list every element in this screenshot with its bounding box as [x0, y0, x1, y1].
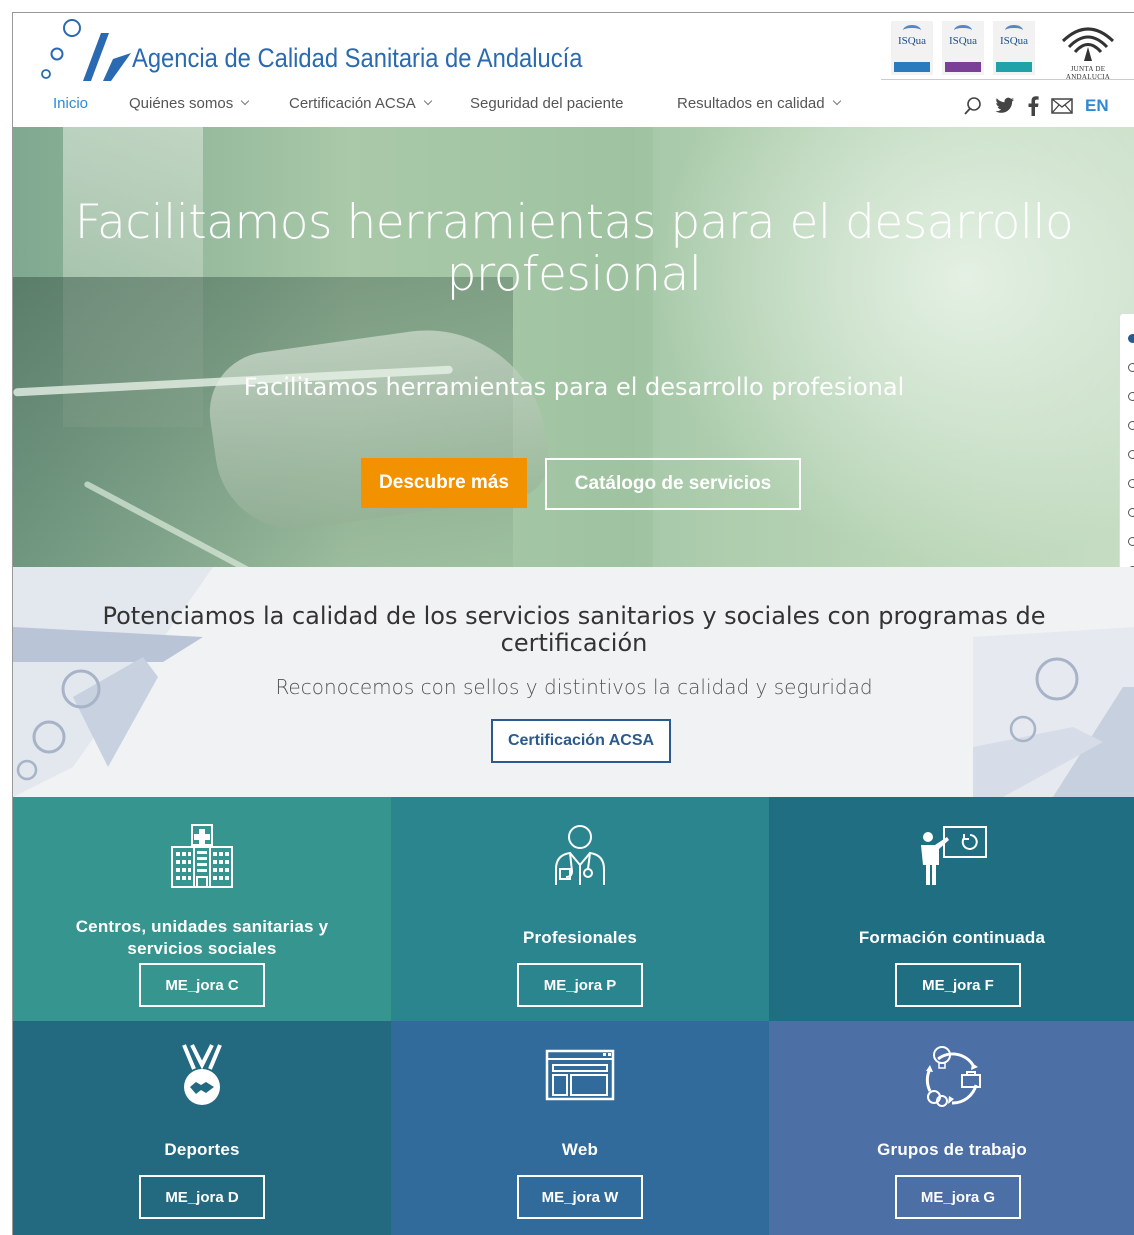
- search-icon[interactable]: [963, 94, 983, 118]
- workgroup-icon: [769, 1041, 1134, 1107]
- nav-item-resultados-calidad[interactable]: Resultados en calidad: [677, 95, 841, 112]
- slide-dot[interactable]: [1128, 392, 1134, 401]
- discover-more-button[interactable]: Descubre más: [361, 458, 527, 508]
- tile-web: Web ME_jora W: [391, 1021, 769, 1235]
- tile-grupos: Grupos de trabajo ME_jora G: [769, 1021, 1134, 1235]
- tile-centros: Centros, unidades sanitarias y servicios…: [13, 797, 391, 1021]
- isqua-badges: ISQua ISQua ISQua: [891, 21, 1035, 77]
- hero-slider: Facilitamos herramientas para el desarro…: [13, 127, 1134, 567]
- slide-dot[interactable]: [1128, 363, 1134, 372]
- medal-icon: [13, 1043, 391, 1109]
- chevron-down-icon: [832, 96, 841, 106]
- facebook-icon[interactable]: [1027, 94, 1039, 118]
- chevron-down-icon: [423, 96, 432, 106]
- mejora-c-button[interactable]: ME_jora C: [139, 963, 265, 1007]
- tile-title: Deportes: [164, 1140, 240, 1159]
- tile-title: Centros, unidades sanitarias y servicios…: [75, 917, 329, 958]
- slide-dot[interactable]: [1128, 537, 1134, 546]
- badge-strip: [945, 62, 981, 72]
- teacher-icon: [769, 823, 1134, 889]
- mejora-g-button[interactable]: ME_jora G: [895, 1175, 1021, 1219]
- isqua-badge[interactable]: ISQua: [993, 21, 1035, 75]
- twitter-icon[interactable]: [995, 94, 1015, 118]
- language-switch-en[interactable]: EN: [1085, 94, 1109, 118]
- badge-strip: [894, 62, 930, 72]
- tile-deportes: Deportes ME_jora D: [13, 1021, 391, 1235]
- site-title[interactable]: Agencia de Calidad Sanitaria de Andalucí…: [132, 43, 582, 74]
- slide-dot[interactable]: [1128, 334, 1134, 343]
- certificacion-acsa-button[interactable]: Certificación ACSA: [491, 719, 671, 763]
- isqua-badge[interactable]: ISQua: [942, 21, 984, 75]
- header-divider: [881, 79, 1134, 80]
- tile-title: Formación continuada: [858, 928, 1046, 947]
- slide-dot[interactable]: [1128, 421, 1134, 430]
- tile-title: Web: [561, 1140, 599, 1159]
- isqua-badge[interactable]: ISQua: [891, 21, 933, 75]
- slide-dot[interactable]: [1128, 508, 1134, 517]
- service-catalog-button[interactable]: Catálogo de servicios: [545, 458, 801, 510]
- tile-profesionales: Profesionales ME_jora P: [391, 797, 769, 1021]
- hospital-icon: [13, 823, 391, 889]
- nav-item-certificacion-acsa[interactable]: Certificación ACSA: [289, 95, 432, 112]
- mejora-w-button[interactable]: ME_jora W: [517, 1175, 643, 1219]
- mejora-f-button[interactable]: ME_jora F: [895, 963, 1021, 1007]
- badge-strip: [996, 62, 1032, 72]
- nav-item-seguridad-paciente[interactable]: Seguridad del paciente: [470, 95, 623, 112]
- mejora-p-button[interactable]: ME_jora P: [517, 963, 643, 1007]
- mail-icon[interactable]: [1051, 94, 1073, 118]
- slide-dot[interactable]: [1128, 450, 1134, 459]
- certification-title: Potenciamos la calidad de los servicios …: [102, 602, 1046, 657]
- browser-window-icon: [391, 1049, 769, 1115]
- program-tiles: Centros, unidades sanitarias y servicios…: [13, 797, 1134, 1235]
- hero-title: Facilitamos herramientas para el desarro…: [74, 195, 1074, 302]
- tile-formacion: Formación continuada ME_jora F: [769, 797, 1134, 1021]
- nav-item-quienes-somos[interactable]: Quiénes somos: [129, 95, 250, 112]
- chevron-down-icon: [240, 96, 250, 106]
- nav-tools: EN: [963, 91, 1109, 121]
- certification-subtitle: Reconocemos con sellos y distintivos la …: [275, 675, 873, 699]
- nav-item-inicio[interactable]: Inicio: [53, 95, 88, 112]
- tile-title: Grupos de trabajo: [877, 1140, 1027, 1159]
- doctor-icon: [391, 823, 769, 889]
- main-nav: Inicio Quiénes somos Certificación ACSA …: [13, 91, 1134, 121]
- slide-dot[interactable]: [1128, 479, 1134, 488]
- mejora-d-button[interactable]: ME_jora D: [139, 1175, 265, 1219]
- acsa-logo[interactable]: [39, 19, 139, 83]
- browser-viewport: Agencia de Calidad Sanitaria de Andalucí…: [12, 12, 1134, 1235]
- tile-title: Profesionales: [522, 928, 638, 947]
- site-header: Agencia de Calidad Sanitaria de Andalucí…: [13, 13, 1134, 127]
- hero-subtitle: Facilitamos herramientas para el desarro…: [243, 373, 905, 401]
- certification-section: Potenciamos la calidad de los servicios …: [13, 567, 1134, 797]
